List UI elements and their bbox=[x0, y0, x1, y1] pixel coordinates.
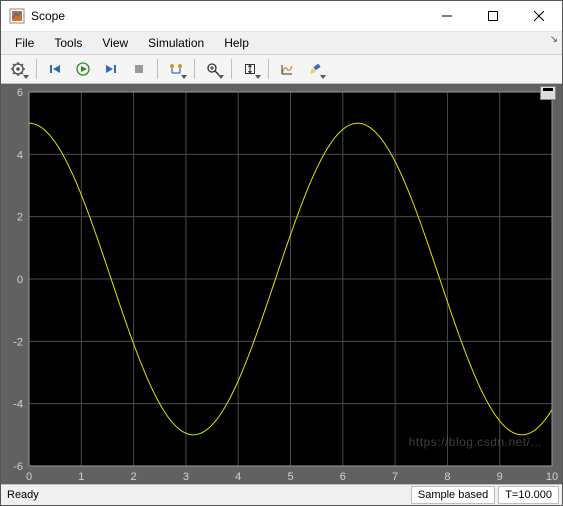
svg-text:6: 6 bbox=[17, 87, 23, 99]
close-button[interactable] bbox=[516, 1, 562, 31]
svg-text:3: 3 bbox=[183, 471, 189, 483]
maximize-button[interactable] bbox=[470, 1, 516, 31]
configuration-gear-icon[interactable] bbox=[5, 57, 31, 81]
scope-window: Scope File Tools View Simulation Help ↘ bbox=[0, 0, 563, 506]
statusbar: Ready Sample based T=10.000 bbox=[1, 484, 562, 505]
svg-text:4: 4 bbox=[235, 471, 241, 483]
step-forward-icon[interactable] bbox=[98, 57, 124, 81]
svg-text:10: 10 bbox=[546, 471, 558, 483]
svg-text:6: 6 bbox=[340, 471, 346, 483]
cursor-measurements-icon[interactable] bbox=[274, 57, 300, 81]
svg-text:-4: -4 bbox=[13, 399, 23, 411]
markup-icon[interactable] bbox=[302, 57, 328, 81]
menu-view[interactable]: View bbox=[92, 34, 138, 52]
svg-text:2: 2 bbox=[131, 471, 137, 483]
triggers-icon[interactable] bbox=[163, 57, 189, 81]
stop-icon[interactable] bbox=[126, 57, 152, 81]
plot-maximize-icon[interactable] bbox=[540, 86, 556, 100]
plot-area[interactable]: 012345678910-6-4-20246 https://blog.csdn… bbox=[1, 84, 562, 484]
toolbar-separator bbox=[268, 59, 269, 79]
menu-simulation[interactable]: Simulation bbox=[138, 34, 214, 52]
svg-text:2: 2 bbox=[17, 212, 23, 224]
autoscale-icon[interactable] bbox=[237, 57, 263, 81]
status-time: T=10.000 bbox=[498, 486, 559, 504]
app-icon bbox=[9, 8, 25, 24]
titlebar: Scope bbox=[1, 1, 562, 32]
svg-text:-6: -6 bbox=[13, 461, 23, 473]
window-title: Scope bbox=[31, 9, 65, 23]
svg-text:0: 0 bbox=[26, 471, 32, 483]
svg-text:0: 0 bbox=[17, 274, 23, 286]
svg-text:9: 9 bbox=[497, 471, 503, 483]
toolbar-separator bbox=[194, 59, 195, 79]
toolbar-separator bbox=[231, 59, 232, 79]
scope-chart: 0 1 2 3 4 5 6 7 8 9 10 -6 -4 -2 0 2 4 6 bbox=[1, 84, 562, 484]
run-icon[interactable] bbox=[70, 57, 96, 81]
status-ready: Ready bbox=[1, 489, 411, 501]
menu-file[interactable]: File bbox=[5, 34, 44, 52]
svg-text:-2: -2 bbox=[13, 336, 23, 348]
toolbar bbox=[1, 55, 562, 84]
toolbar-separator bbox=[36, 59, 37, 79]
menu-tools[interactable]: Tools bbox=[44, 34, 92, 52]
menu-help[interactable]: Help bbox=[214, 34, 259, 52]
svg-text:5: 5 bbox=[287, 471, 293, 483]
menubar: File Tools View Simulation Help ↘ bbox=[1, 32, 562, 55]
svg-text:4: 4 bbox=[17, 149, 23, 161]
dock-pin-icon[interactable]: ↘ bbox=[550, 34, 558, 45]
svg-text:8: 8 bbox=[444, 471, 450, 483]
status-mode: Sample based bbox=[411, 486, 495, 504]
minimize-button[interactable] bbox=[424, 1, 470, 31]
zoom-icon[interactable] bbox=[200, 57, 226, 81]
svg-text:1: 1 bbox=[78, 471, 84, 483]
toolbar-separator bbox=[157, 59, 158, 79]
step-back-icon[interactable] bbox=[42, 57, 68, 81]
svg-text:7: 7 bbox=[392, 471, 398, 483]
